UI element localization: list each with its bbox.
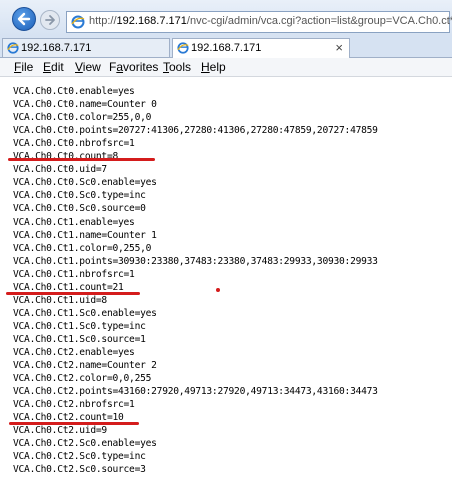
tab-title: 192.168.7.171 bbox=[21, 42, 92, 54]
forward-button[interactable] bbox=[40, 10, 60, 30]
annotation-dot bbox=[216, 288, 220, 292]
annotation-underline bbox=[8, 158, 155, 161]
text-line: VCA.Ch0.Ct2.points=43160:27920,49713:279… bbox=[13, 386, 378, 398]
text-line: VCA.Ch0.Ct2.enable=yes bbox=[13, 347, 135, 358]
text-line: VCA.Ch0.Ct2.name=Counter 2 bbox=[13, 360, 157, 372]
text-line: VCA.Ch0.Ct1.nbrofsrc=1 bbox=[13, 268, 135, 280]
annotation-underline bbox=[6, 292, 140, 295]
tab-title: 192.168.7.171 bbox=[191, 42, 262, 54]
menu-view[interactable]: View bbox=[75, 60, 101, 74]
text-line: VCA.Ch0.Ct0.Sc0.enable=yes bbox=[13, 177, 157, 189]
url-host: 192.168.7.171 bbox=[116, 15, 187, 27]
ie-page-icon bbox=[177, 42, 189, 54]
text-line: VCA.Ch0.Ct0.name=Counter 0 bbox=[13, 99, 157, 111]
text-line: VCA.Ch0.Ct1.name=Counter 1 bbox=[13, 229, 157, 241]
forward-arrow-icon bbox=[45, 15, 55, 25]
text-line: VCA.Ch0.Ct0.enable=yes bbox=[13, 86, 135, 97]
text-line: VCA.Ch0.Ct0.color=255,0,0 bbox=[13, 112, 152, 124]
menu-bar: File Edit View Favorites Tools Help bbox=[0, 58, 452, 77]
menu-edit[interactable]: Edit bbox=[43, 60, 64, 74]
text-line: VCA.Ch0.Ct1.points=30930:23380,37483:233… bbox=[13, 255, 378, 267]
text-line: VCA.Ch0.Ct0.nbrofsrc=1 bbox=[13, 138, 135, 150]
tab-strip: 192.168.7.171 192.168.7.171 × bbox=[0, 36, 452, 58]
back-button[interactable] bbox=[12, 7, 36, 31]
annotation-underline bbox=[9, 422, 139, 425]
text-line: VCA.Ch0.Ct2.color=0,0,255 bbox=[13, 373, 152, 385]
ie-page-icon bbox=[71, 15, 85, 29]
menu-tools[interactable]: Tools bbox=[163, 60, 191, 74]
url-path: /nvc-cgi/admin/vca.cgi?action=list&group… bbox=[186, 15, 452, 27]
text-line: VCA.Ch0.Ct1.enable=yes bbox=[13, 216, 135, 228]
text-line: VCA.Ch0.Ct1.Sc0.source=1 bbox=[13, 333, 146, 345]
menu-favorites[interactable]: Favorites bbox=[109, 60, 158, 74]
text-line: VCA.Ch0.Ct2.Sc0.enable=yes bbox=[13, 438, 157, 450]
url-prefix: http:// bbox=[89, 15, 117, 27]
ie-page-icon bbox=[7, 42, 19, 54]
text-line: VCA.Ch0.Ct1.color=0,255,0 bbox=[13, 242, 152, 254]
text-line: VCA.Ch0.Ct2.Sc0.type=inc bbox=[13, 451, 146, 463]
text-line: VCA.Ch0.Ct2.uid=9 bbox=[13, 425, 107, 437]
close-icon[interactable]: × bbox=[335, 40, 343, 55]
tab-2[interactable]: 192.168.7.171 × bbox=[172, 38, 350, 58]
text-line: VCA.Ch0.Ct0.count=8 bbox=[13, 151, 118, 163]
text-line: VCA.Ch0.Ct2.Sc0.source=3 bbox=[13, 464, 146, 476]
page-content: VCA.Ch0.Ct0.enable=yes VCA.Ch0.Ct0.name=C… bbox=[0, 77, 452, 491]
text-line: VCA.Ch0.Ct0.Sc0.type=inc bbox=[13, 190, 146, 202]
text-line: VCA.Ch0.Ct2.nbrofsrc=1 bbox=[13, 399, 135, 411]
text-line: VCA.Ch0.Ct1.uid=8 bbox=[13, 294, 107, 306]
address-bar[interactable]: http://192.168.7.171/nvc-cgi/admin/vca.c… bbox=[66, 11, 452, 33]
text-line: VCA.Ch0.Ct0.uid=7 bbox=[13, 164, 107, 176]
menu-help[interactable]: Help bbox=[201, 60, 226, 74]
text-line: VCA.Ch0.Ct0.points=20727:41306,27280:413… bbox=[13, 125, 378, 137]
text-line: VCA.Ch0.Ct1.Sc0.type=inc bbox=[13, 320, 146, 332]
menu-file[interactable]: File bbox=[14, 60, 33, 74]
address-url: http://192.168.7.171/nvc-cgi/admin/vca.c… bbox=[89, 15, 452, 27]
text-line: VCA.Ch0.Ct1.Sc0.enable=yes bbox=[13, 307, 157, 319]
back-arrow-icon bbox=[17, 12, 31, 26]
navigation-bar: http://192.168.7.171/nvc-cgi/admin/vca.c… bbox=[0, 0, 452, 36]
tab-1[interactable]: 192.168.7.171 bbox=[2, 38, 170, 57]
text-line: VCA.Ch0.Ct0.Sc0.source=0 bbox=[13, 203, 146, 215]
